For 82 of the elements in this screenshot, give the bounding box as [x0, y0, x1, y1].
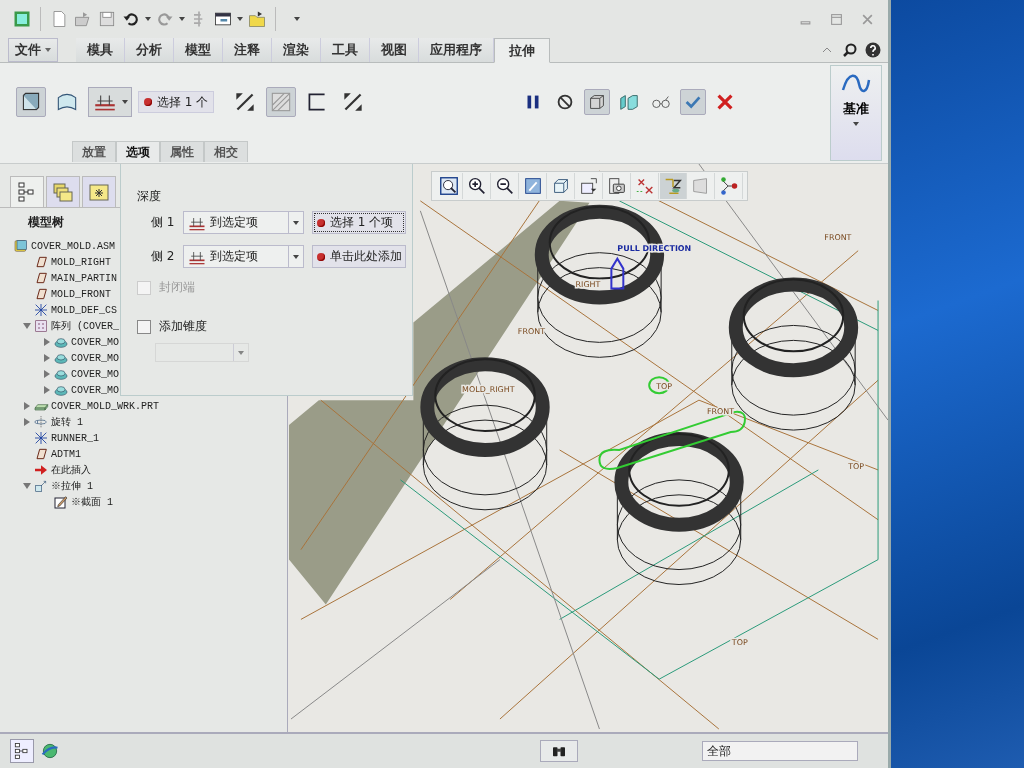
datum-button[interactable]: 基准 [830, 65, 882, 161]
side-label: 侧 1 [151, 214, 175, 231]
tree-item[interactable]: ※拉伸 1 [51, 479, 93, 493]
extrude-icon [33, 478, 49, 494]
ribbon-tab[interactable]: 注释 [223, 38, 272, 62]
tree-item[interactable]: ADTM1 [51, 448, 81, 460]
tree-item[interactable]: COVER_MO [71, 368, 119, 380]
tree-item[interactable]: COVER_MO [71, 384, 119, 396]
tree-item[interactable]: 阵列 (COVER_ [51, 319, 119, 333]
hatched-square-icon[interactable] [266, 87, 297, 117]
file-menu[interactable]: 文件 [8, 38, 58, 62]
pattern-icon [33, 318, 49, 334]
tree-item[interactable]: COVER_MOLD_WRK.PRT [51, 400, 160, 412]
close-icon[interactable] [861, 12, 874, 26]
tree-item[interactable]: 旋转 1 [51, 415, 83, 429]
revolve-icon [33, 414, 49, 430]
checkbox[interactable] [137, 319, 151, 334]
reference-collector[interactable]: 选择 1 个项 [312, 211, 406, 234]
tree-item[interactable]: COVER_MO [71, 336, 119, 348]
plane-icon [33, 270, 49, 286]
coordinate-axes-icon [33, 302, 49, 318]
coordinate-axes-icon [33, 430, 49, 446]
assembly-icon [13, 238, 29, 254]
tree-title: 模型树 [28, 214, 64, 231]
reference-collector[interactable]: 选择 1 个 [138, 91, 215, 113]
caret-icon[interactable] [294, 17, 300, 21]
datum-label: FRONT [824, 232, 852, 242]
checkbox-label: 封闭端 [159, 279, 195, 296]
datum-label: TOP [731, 638, 748, 648]
panel-tab[interactable]: 相交 [204, 141, 248, 162]
plane-icon [33, 446, 49, 462]
datum-label: FRONT [517, 327, 545, 337]
folders-icon[interactable] [46, 176, 80, 207]
ribbon-tab[interactable]: 应用程序 [419, 38, 494, 62]
datum-label: RIGHT [575, 279, 601, 289]
section-heading: 深度 [137, 188, 162, 205]
search-icon[interactable] [842, 42, 858, 58]
datum-label: TOP [848, 461, 865, 471]
maximize-icon[interactable] [830, 12, 843, 26]
box-icon[interactable] [584, 89, 611, 115]
ribbon-tab[interactable]: 拉伸 [494, 38, 550, 63]
panel-tab[interactable]: 选项 [116, 141, 160, 162]
plane-icon [33, 286, 49, 302]
ribbon-tab[interactable]: 模型 [174, 38, 223, 62]
tree-item[interactable]: ※截面 1 [71, 495, 113, 509]
pull-direction-arrow [610, 256, 625, 290]
panel-tab[interactable]: 放置 [72, 141, 116, 162]
checkbox-label: 添加锥度 [159, 318, 207, 335]
caret-icon[interactable] [237, 17, 243, 21]
ribbon-tab[interactable]: 工具 [321, 38, 370, 62]
spin-center-icon[interactable] [660, 173, 687, 199]
tree-item[interactable]: RUNNER_1 [51, 432, 99, 444]
ribbon-tab[interactable]: 视图 [370, 38, 419, 62]
depth-dropdown[interactable]: 到选定项 [183, 245, 304, 268]
datum-label: MOLD_RIGHT [462, 385, 515, 395]
cube-icon[interactable] [16, 87, 46, 117]
side-label: 侧 2 [151, 248, 175, 265]
pencil-sketch-icon [53, 494, 69, 510]
caret-icon[interactable] [179, 17, 185, 21]
tree-item[interactable]: MAIN_PARTIN [51, 272, 117, 284]
tree-item[interactable]: MOLD_DEF_CS [51, 304, 117, 316]
tree-structure-icon[interactable] [10, 739, 34, 763]
ribbon-tab[interactable]: 模具 [76, 38, 125, 62]
checkmark-icon[interactable] [680, 89, 707, 115]
find-button[interactable] [540, 740, 578, 762]
depth-dropdown[interactable] [88, 87, 132, 117]
star-folder-icon[interactable] [82, 176, 116, 207]
app-icon[interactable] [12, 9, 32, 29]
reference-collector[interactable]: 单击此处添加 [312, 245, 406, 268]
plane-icon [33, 254, 49, 270]
tree-item[interactable]: COVER_MOLD.ASM [31, 240, 115, 252]
help-icon[interactable] [865, 42, 881, 58]
tree-item[interactable]: 在此插入 [51, 463, 91, 477]
depth-dropdown[interactable]: 到选定项 [183, 211, 304, 234]
tree-item[interactable]: COVER_MO [71, 352, 119, 364]
tree-item[interactable]: MOLD_FRONT [51, 288, 111, 300]
filter-dropdown[interactable]: 全部 [702, 741, 858, 761]
panel-tab[interactable]: 属性 [160, 141, 204, 162]
tree-item[interactable]: MOLD_RIGHT [51, 256, 111, 268]
ribbon-tab[interactable]: 渲染 [272, 38, 321, 62]
caret-icon[interactable] [145, 17, 151, 21]
ribbon-tab[interactable]: 分析 [125, 38, 174, 62]
